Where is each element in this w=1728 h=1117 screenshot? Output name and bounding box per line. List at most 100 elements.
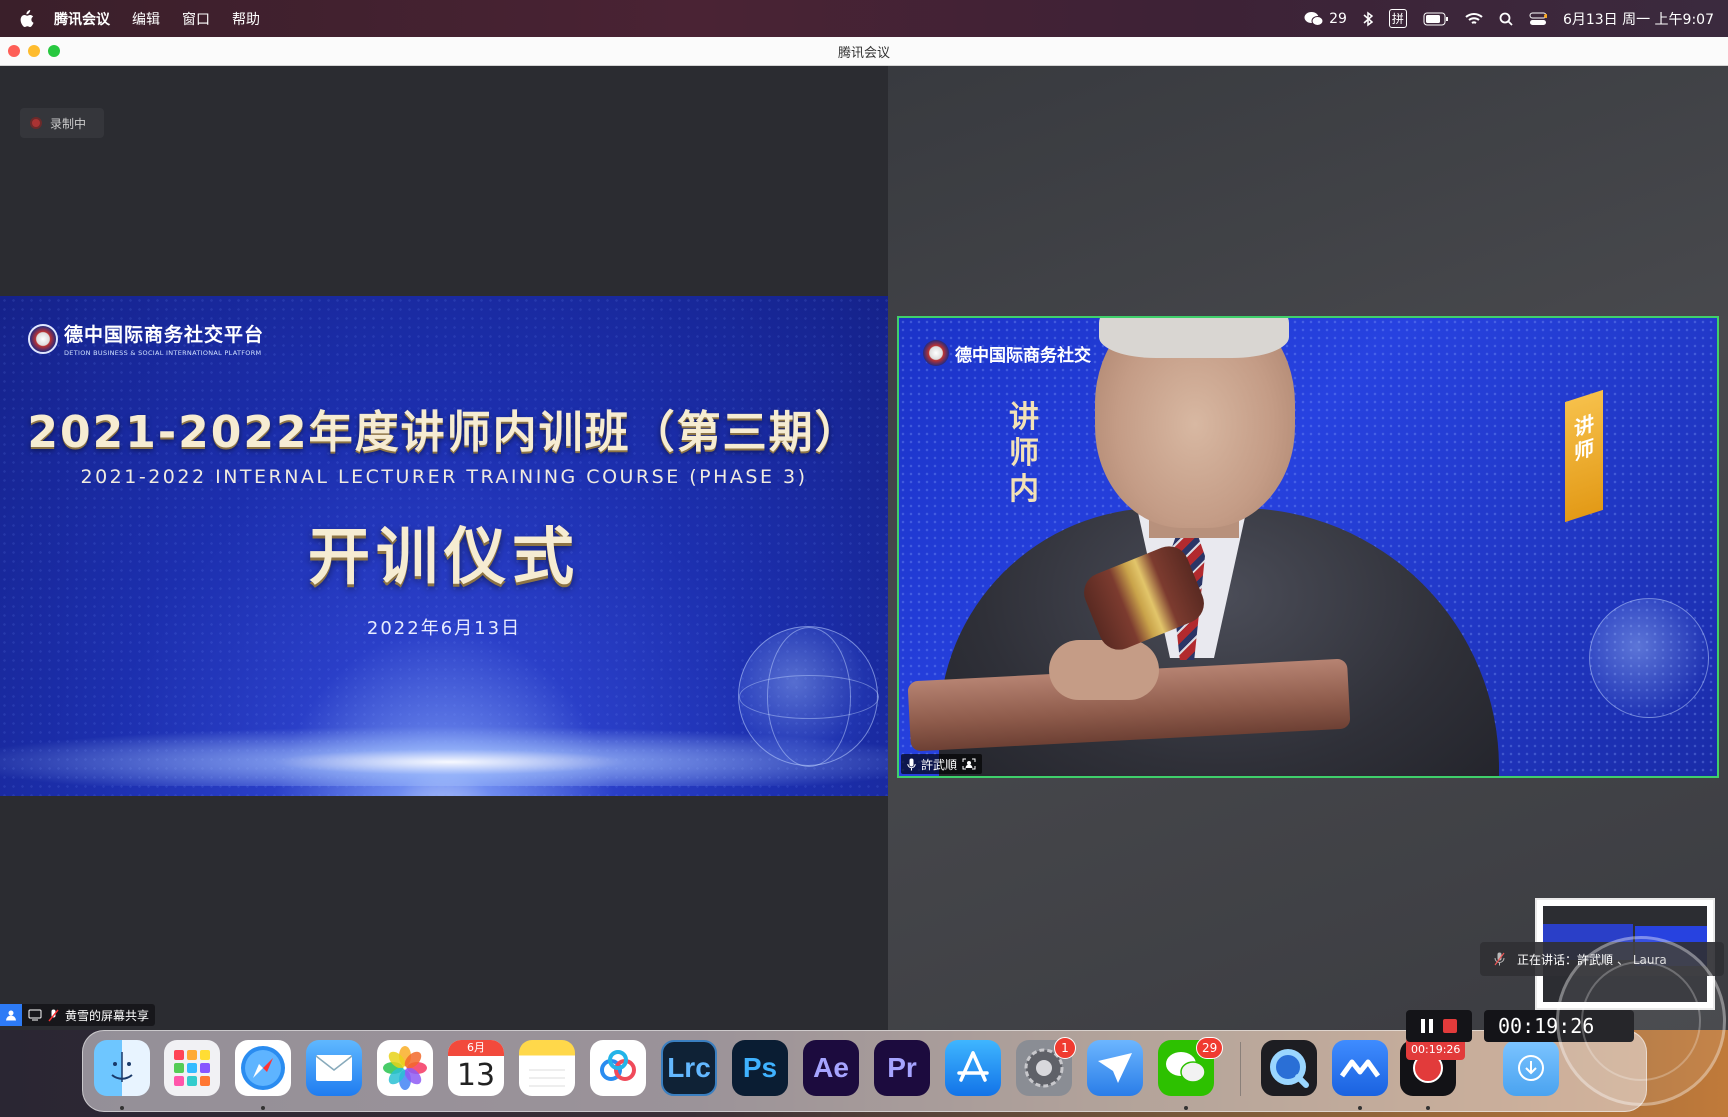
window-title: 腾讯会议 bbox=[837, 45, 890, 61]
launchpad-grid-icon bbox=[174, 1050, 210, 1086]
mail-envelope-icon bbox=[315, 1055, 353, 1081]
speaking-mic-icon bbox=[1494, 952, 1505, 966]
detion-emblem-icon bbox=[28, 323, 58, 354]
mic-muted-icon bbox=[48, 1009, 59, 1022]
finder-app[interactable] bbox=[94, 1040, 150, 1096]
meeting-area: 录制中 德中国际商务社交平台 DETION BUSINESS & SOCIAL … bbox=[0, 66, 1728, 1030]
backdrop-banner: 讲师 bbox=[1565, 389, 1603, 523]
download-arrow-icon bbox=[1518, 1055, 1544, 1081]
menu-window[interactable]: 窗口 bbox=[182, 9, 210, 29]
screen-share-icon bbox=[28, 1009, 42, 1021]
notes-lines-icon bbox=[529, 1069, 565, 1087]
finder-running-dot bbox=[120, 1106, 124, 1110]
close-window-button[interactable] bbox=[8, 45, 20, 57]
meeting-logo-icon bbox=[1339, 1059, 1381, 1078]
screen-share-pane: 录制中 德中国际商务社交平台 DETION BUSINESS & SOCIAL … bbox=[0, 66, 888, 1030]
dock-separator bbox=[1240, 1042, 1241, 1096]
participant-video-tile[interactable]: 德中国际商务社交 讲师内 讲师 許武順 bbox=[897, 316, 1719, 778]
menu-app-name[interactable]: 腾讯会议 bbox=[54, 9, 110, 29]
quicktime-app[interactable] bbox=[1261, 1040, 1317, 1096]
premiere-pro-app[interactable]: Pr bbox=[874, 1040, 930, 1096]
lark-app[interactable] bbox=[1087, 1040, 1143, 1096]
input-method-label: 拼 bbox=[1388, 9, 1407, 28]
slide-logo: 德中国际商务社交平台 DETION BUSINESS & SOCIAL INTE… bbox=[28, 320, 264, 357]
notes-app[interactable] bbox=[519, 1040, 575, 1096]
battery-icon[interactable] bbox=[1423, 12, 1449, 26]
calendar-month: 6月 bbox=[448, 1040, 504, 1056]
wifi-icon[interactable] bbox=[1465, 12, 1483, 26]
user-icon bbox=[0, 1004, 22, 1026]
tencent-meeting-app[interactable] bbox=[1332, 1040, 1388, 1096]
cloud-drive-icon bbox=[600, 1050, 636, 1081]
safari-running-dot bbox=[261, 1106, 265, 1110]
hand bbox=[1049, 640, 1159, 700]
video-logo-cn: 德中国际商务社交 bbox=[955, 345, 1091, 366]
zoom-window-button[interactable] bbox=[48, 45, 60, 57]
minimize-window-button[interactable] bbox=[28, 45, 40, 57]
safari-app[interactable] bbox=[235, 1040, 291, 1096]
recording-controls bbox=[1406, 1010, 1472, 1042]
baidu-netdisk-app[interactable] bbox=[590, 1040, 646, 1096]
launchpad-app[interactable] bbox=[164, 1040, 220, 1096]
participant-name-tag: 許武順 bbox=[901, 754, 983, 774]
spotlight-icon[interactable] bbox=[1499, 12, 1513, 26]
menubar-datetime[interactable]: 6月13日 周一 上午9:07 bbox=[1563, 9, 1714, 29]
input-method-icon[interactable]: 拼 bbox=[1388, 9, 1407, 28]
ps-label: Ps bbox=[742, 1052, 778, 1083]
pause-recording-button[interactable] bbox=[1421, 1019, 1433, 1033]
recording-badge-label: 录制中 bbox=[50, 116, 87, 131]
microphone-icon bbox=[907, 758, 916, 770]
wechat-running-dot bbox=[1184, 1106, 1188, 1110]
wechat-status-count: 29 bbox=[1329, 10, 1347, 27]
record-dot-icon bbox=[30, 117, 42, 129]
portrait-mode-icon bbox=[962, 758, 976, 770]
globe-graphic bbox=[738, 626, 879, 767]
safari-compass-icon bbox=[241, 1046, 285, 1090]
slide-title-cn: 2021-2022年度讲师内训班（第三期） bbox=[27, 407, 861, 458]
slide-date: 2022年6月13日 bbox=[366, 618, 522, 639]
slide-logo-en: DETION BUSINESS & SOCIAL INTERNATIONAL P… bbox=[64, 349, 262, 357]
recorder-running-dot bbox=[1426, 1106, 1430, 1110]
paper-plane-icon bbox=[1098, 1053, 1132, 1083]
ae-label: Ae bbox=[813, 1052, 849, 1083]
backdrop-globe bbox=[1589, 598, 1709, 718]
wechat-dock-badge: 29 bbox=[1196, 1037, 1224, 1059]
stop-recording-button[interactable] bbox=[1443, 1019, 1457, 1033]
detion-emblem-icon bbox=[923, 340, 949, 366]
pr-label: Pr bbox=[887, 1052, 917, 1083]
app-store-app[interactable] bbox=[945, 1040, 1001, 1096]
finder-icon bbox=[111, 1052, 133, 1082]
recording-badge: 录制中 bbox=[20, 108, 104, 138]
screen-share-label: 黄雪的屏幕共享 bbox=[65, 1008, 150, 1023]
tencent-meeting-running-dot bbox=[1358, 1106, 1362, 1110]
wechat-status[interactable]: 29 bbox=[1304, 11, 1347, 27]
detion-watermark-seal bbox=[1556, 936, 1726, 1106]
after-effects-app[interactable]: Ae bbox=[803, 1040, 859, 1096]
system-preferences-badge: 1 bbox=[1054, 1037, 1076, 1059]
participant-name: 許武順 bbox=[921, 757, 958, 772]
menu-help[interactable]: 帮助 bbox=[232, 9, 260, 29]
control-center-icon[interactable] bbox=[1529, 12, 1547, 26]
screen-share-tag[interactable]: 黄雪的屏幕共享 bbox=[0, 1004, 156, 1026]
lightroom-classic-app[interactable]: Lrc bbox=[661, 1040, 717, 1096]
photos-app[interactable] bbox=[377, 1040, 433, 1096]
slide-logo-cn: 德中国际商务社交平台 bbox=[64, 324, 265, 346]
watermark-inner-ring bbox=[1581, 961, 1701, 1081]
backdrop-vertical-text: 讲师内 bbox=[1009, 400, 1039, 507]
calendar-app[interactable]: 6月 13 bbox=[448, 1040, 504, 1096]
mail-app[interactable] bbox=[306, 1040, 362, 1096]
bluetooth-icon[interactable] bbox=[1363, 11, 1373, 27]
window-title-bar: 腾讯会议 bbox=[0, 37, 1728, 66]
slide-ceremony-heading: 开训仪式 bbox=[307, 520, 580, 593]
apple-icon[interactable] bbox=[18, 9, 36, 28]
downloads-folder[interactable] bbox=[1503, 1040, 1559, 1096]
hair bbox=[1099, 318, 1289, 358]
menu-bar: 腾讯会议 编辑 窗口 帮助 29 拼 6月13日 周一 上午9:07 bbox=[0, 0, 1728, 37]
quicktime-icon bbox=[1270, 1049, 1309, 1088]
photoshop-app[interactable]: Ps bbox=[732, 1040, 788, 1096]
calendar-day: 13 bbox=[456, 1057, 496, 1093]
menu-edit[interactable]: 编辑 bbox=[132, 9, 160, 29]
slide-title-en: 2021-2022 INTERNAL LECTURER TRAINING COU… bbox=[80, 466, 808, 488]
app-store-icon bbox=[957, 1051, 989, 1082]
photos-flower-icon bbox=[383, 1046, 427, 1090]
